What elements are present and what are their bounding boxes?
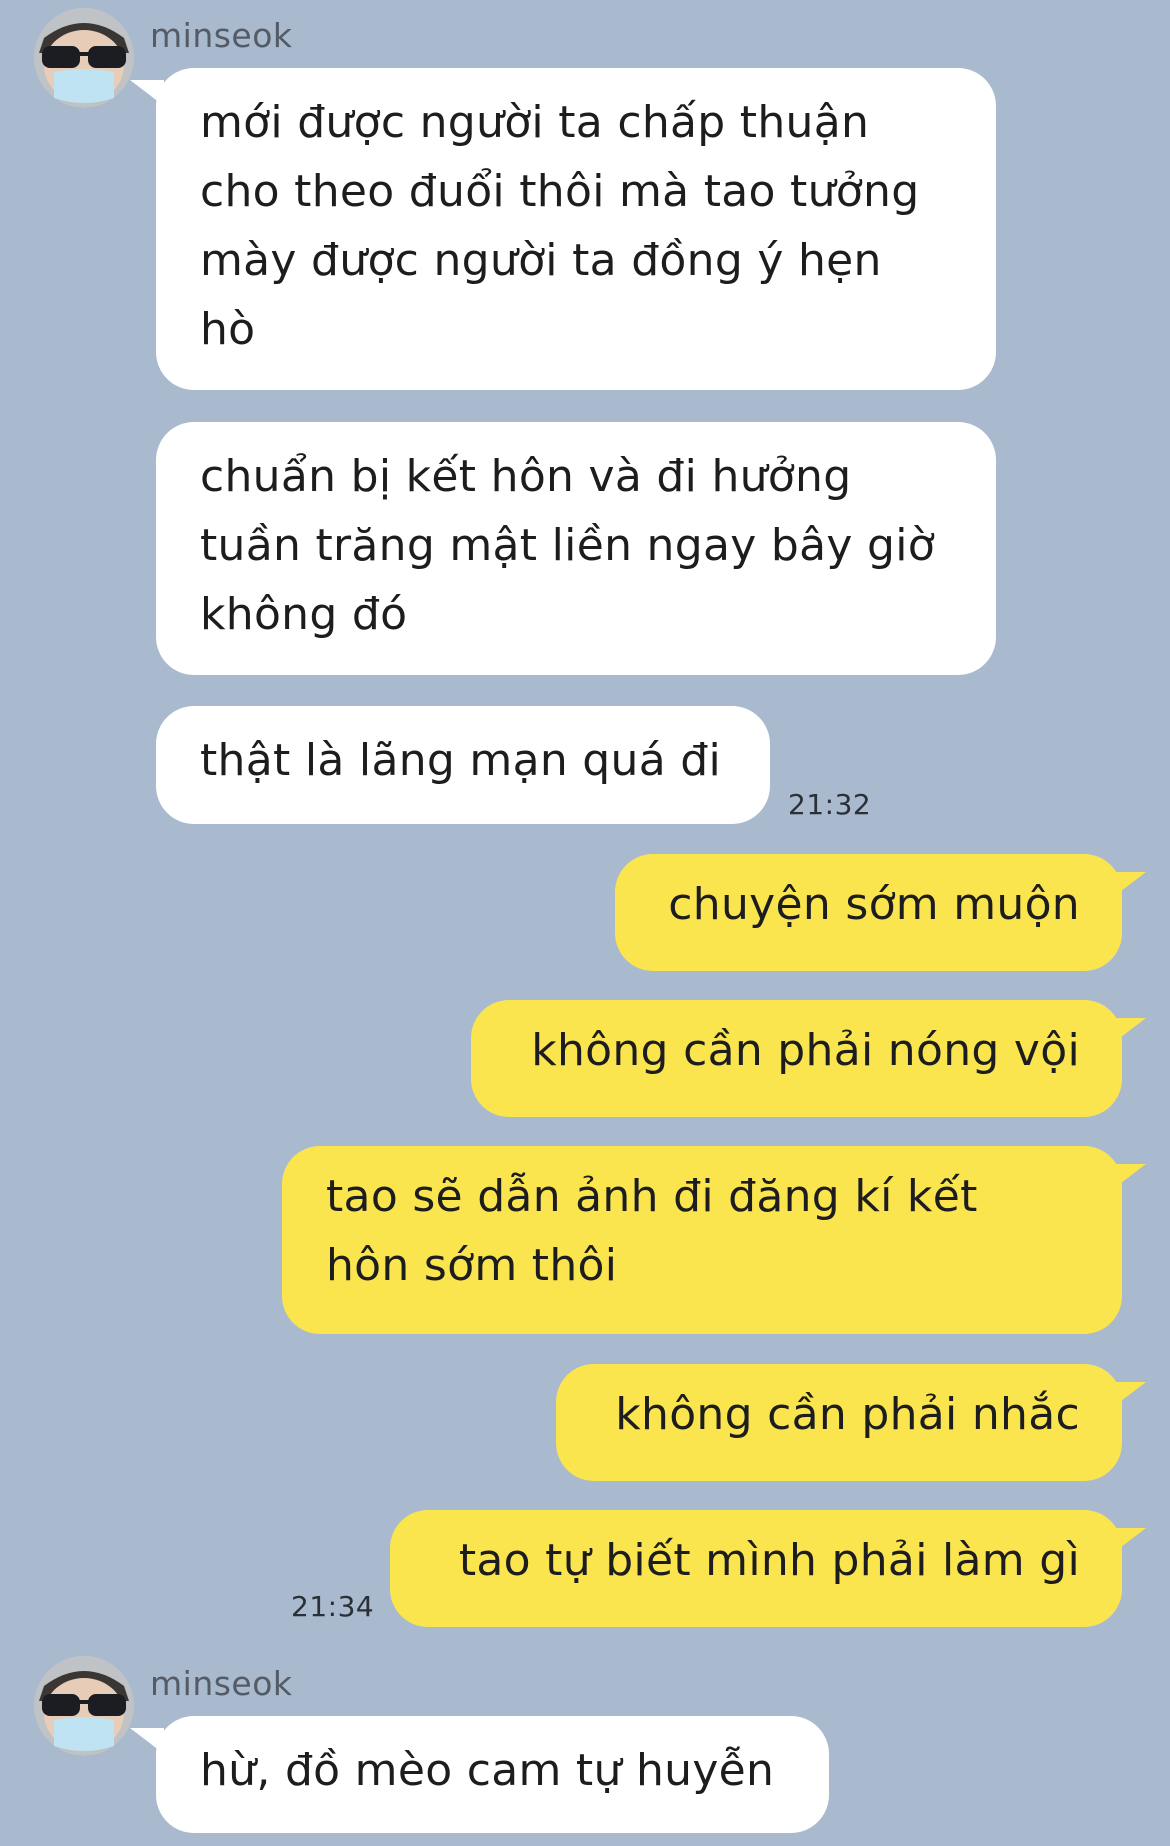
timestamp: 21:32 [788,788,872,821]
sender-name: minseok [150,1664,293,1703]
bubble-tail [1112,1528,1146,1554]
avatar-icon [34,8,134,108]
bubble-tail [1112,1382,1146,1408]
message-bubble-outgoing[interactable]: chuyện sớm muộn [615,854,1122,971]
avatar[interactable] [34,8,134,108]
sender-name: minseok [150,16,293,55]
bubble-tail [1112,1018,1146,1044]
avatar[interactable] [34,1656,134,1756]
message-bubble-outgoing[interactable]: không cần phải nhắc [556,1364,1122,1481]
timestamp: 21:34 [291,1590,375,1623]
message-bubble-incoming[interactable]: hừ, đồ mèo cam tự huyễn [156,1716,829,1833]
bubble-tail [1112,1164,1146,1190]
message-bubble-outgoing[interactable]: tao sẽ dẫn ảnh đi đăng kí kết hôn sớm th… [282,1146,1122,1334]
avatar-icon [34,1656,134,1756]
message-bubble-incoming[interactable]: chuẩn bị kết hôn và đi hưởng tuần trăng … [156,422,996,675]
message-bubble-outgoing[interactable]: không cần phải nóng vội [471,1000,1122,1117]
message-bubble-incoming[interactable]: mới được người ta chấp thuận cho theo đu… [156,68,996,390]
message-bubble-incoming[interactable]: thật là lãng mạn quá đi [156,706,770,824]
message-bubble-outgoing[interactable]: tao tự biết mình phải làm gì [390,1510,1122,1627]
bubble-tail [1112,872,1146,898]
